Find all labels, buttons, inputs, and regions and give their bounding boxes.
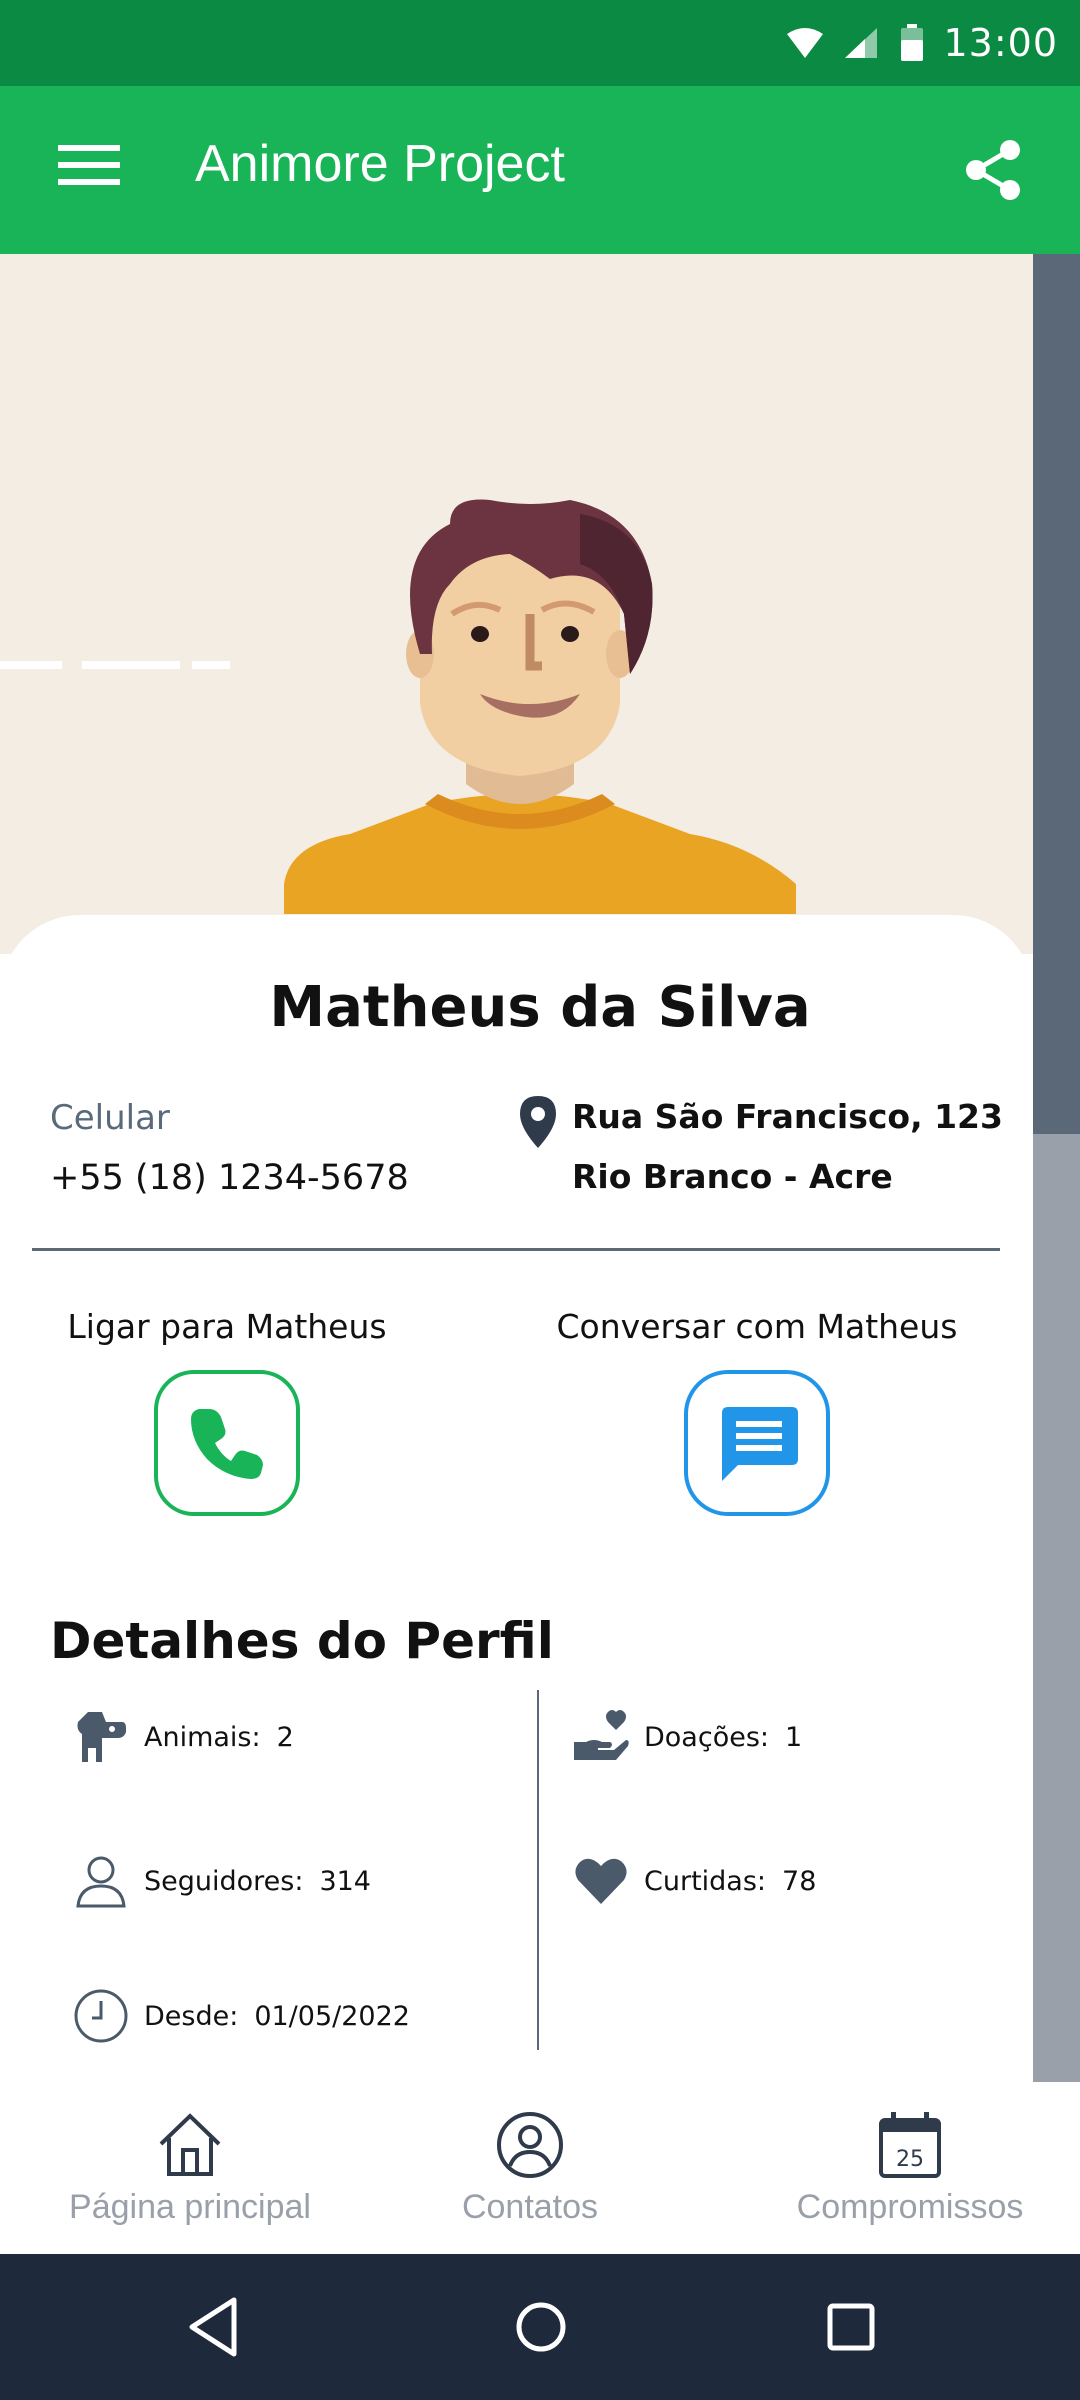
nav-item-contacts[interactable]: Contatos [380,2082,680,2254]
chat-button[interactable] [684,1370,830,1516]
hero-decoration [0,661,230,669]
stat-donations-value: 1 [785,1721,803,1753]
stat-animals-label: Animais: [144,1721,261,1753]
stat-likes-value: 78 [782,1865,817,1897]
nav-item-appointments[interactable]: 25 Compromissos [760,2082,1060,2254]
home-circle-icon[interactable] [506,2292,576,2362]
donation-icon [570,1706,632,1768]
nav-label-appointments: Compromissos [796,2188,1024,2226]
stat-followers: Seguidores: 314 [70,1850,371,1912]
divider [32,1248,1000,1251]
address-line-1: Rua São Francisco, 123 [572,1097,1003,1136]
avatar [284,499,796,914]
call-label: Ligar para Matheus [67,1307,387,1346]
hamburger-icon [58,145,120,185]
wifi-icon [787,28,824,58]
recents-icon[interactable] [816,2292,886,2362]
profile-hero [0,254,1033,954]
profile-details-title: Detalhes do Perfil [50,1612,554,1670]
stat-donations-label: Doações: [644,1721,769,1753]
stat-followers-label: Seguidores: [144,1865,304,1897]
phone-label: Celular [50,1098,170,1138]
system-navigation-bar [0,2254,1080,2400]
stat-since: Desde: 01/05/2022 [70,1985,410,2047]
battery-icon [901,24,924,61]
nav-item-home[interactable]: Página principal [40,2082,340,2254]
app-bar: Animore Project [0,86,1080,254]
stat-animals: Animais: 2 [70,1706,294,1768]
back-icon[interactable] [180,2292,250,2362]
heart-icon [570,1850,632,1912]
status-icons: 13:00 [785,0,1058,86]
profile-name: Matheus da Silva [269,975,811,1040]
stat-since-label: Desde: [144,2000,239,2032]
phone-number: +55 (18) 1234-5678 [50,1158,409,1198]
phone-icon [191,1409,263,1479]
nav-label-contacts: Contatos [461,2188,599,2226]
menu-button[interactable] [58,141,134,199]
contacts-icon [497,2112,563,2178]
location-pin-icon [520,1096,556,1148]
chat-label: Conversar com Matheus [556,1307,958,1346]
nav-label-home: Página principal [69,2188,311,2226]
user-icon [70,1850,132,1912]
stat-donations: Doações: 1 [570,1706,802,1768]
status-bar: 13:00 [0,0,1080,86]
calendar-icon: 25 [879,2112,941,2178]
share-icon [966,140,1020,200]
bottom-navigation: Página principal Contatos 25 Compromisso… [0,2082,1080,2254]
stat-animals-value: 2 [276,1721,294,1753]
stat-likes: Curtidas: 78 [570,1850,816,1912]
status-time: 13:00 [943,21,1058,65]
dog-icon [70,1706,132,1768]
stats-divider [537,1690,539,2050]
chat-bubble-icon [722,1407,798,1481]
stat-likes-label: Curtidas: [644,1865,767,1897]
clock-icon [70,1985,132,2047]
stat-since-value: 01/05/2022 [254,2000,410,2032]
call-button[interactable] [154,1370,300,1516]
home-icon [159,2113,221,2176]
signal-icon [845,28,878,58]
stat-followers-value: 314 [319,1865,371,1897]
share-button[interactable] [962,138,1032,208]
calendar-day: 25 [896,2147,924,2172]
app-title: Animore Project [195,135,565,193]
address-line-2: Rio Branco - Acre [572,1157,893,1196]
